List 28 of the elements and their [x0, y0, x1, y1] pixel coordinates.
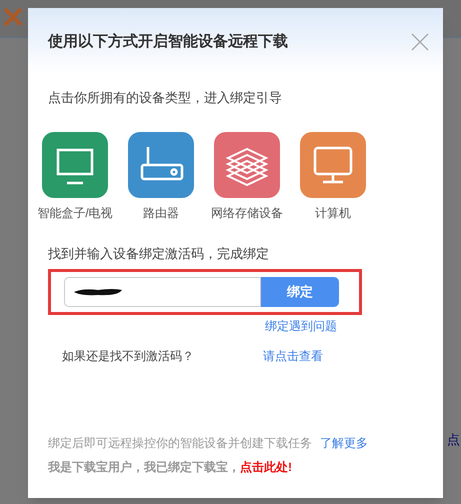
view-link[interactable]: 请点击查看: [263, 347, 323, 365]
bound-text: 我是下载宝用户，我已绑定下载宝，: [48, 459, 240, 476]
click-here-link[interactable]: 点击此处!: [240, 458, 292, 476]
layers-icon: [226, 147, 268, 186]
device-label[interactable]: 网络存储设备: [211, 204, 283, 222]
footer-text: 绑定后即可远程操控你的智能设备并创建下载任务: [48, 435, 312, 452]
device-label[interactable]: 路由器: [143, 204, 179, 222]
close-icon[interactable]: [411, 33, 429, 51]
bind-button[interactable]: 绑定: [261, 277, 339, 307]
monitor-icon: [314, 146, 352, 183]
intro-text: 点击你所拥有的设备类型，进入绑定引导: [48, 89, 283, 107]
router-icon: [140, 146, 184, 180]
device-label[interactable]: 计算机: [315, 204, 351, 222]
device-tile[interactable]: [214, 132, 280, 198]
bind-prompt: 找到并输入设备绑定激活码，完成绑定: [48, 244, 270, 262]
redaction-mark: [73, 287, 123, 297]
activation-code-field[interactable]: [64, 277, 261, 307]
device-label[interactable]: 智能盒子/电视: [37, 204, 113, 222]
side-text: 点: [447, 431, 460, 449]
device-tile[interactable]: [42, 132, 108, 198]
tv-icon: [56, 148, 94, 184]
not-found-text: 如果还是找不到激活码？: [62, 348, 195, 365]
dialog-title: 使用以下方式开启智能设备远程下载: [48, 32, 288, 52]
learn-more-link[interactable]: 了解更多: [320, 434, 368, 452]
device-tile[interactable]: [300, 132, 366, 198]
close-icon: [2, 6, 24, 28]
device-tile[interactable]: [128, 132, 194, 198]
help-link[interactable]: 绑定遇到问题: [265, 317, 337, 335]
